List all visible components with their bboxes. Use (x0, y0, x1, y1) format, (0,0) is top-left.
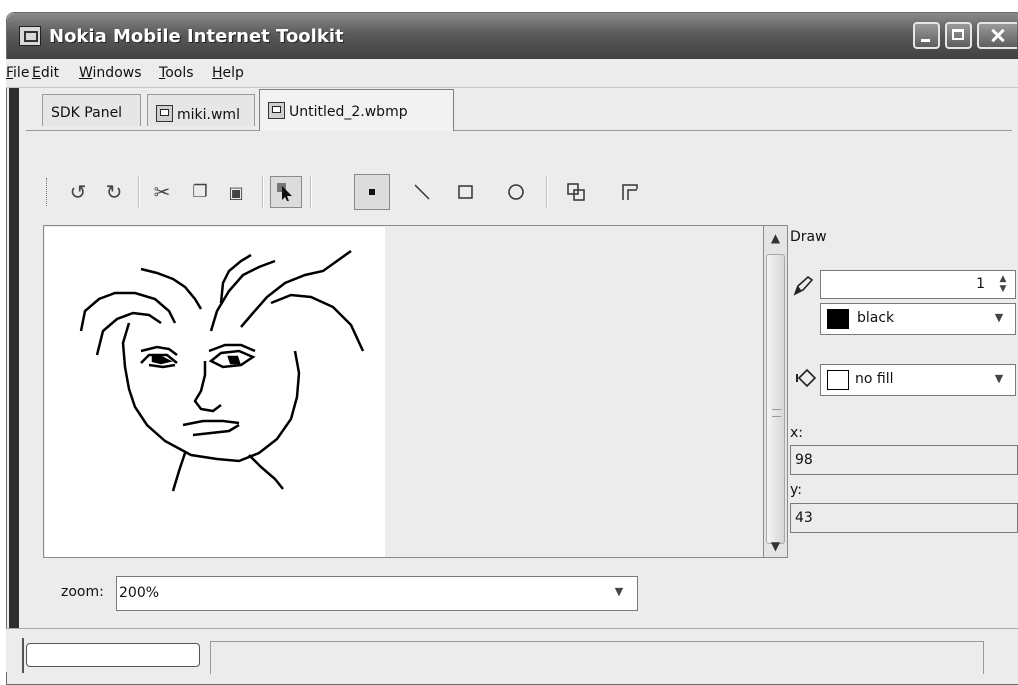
menu-help[interactable]: Help (212, 65, 244, 81)
zoom-label: zoom: (61, 584, 104, 600)
point-tool-icon[interactable] (354, 174, 390, 210)
menu-file[interactable]: File (6, 65, 29, 81)
scroll-up-icon[interactable]: ▲ (765, 228, 786, 248)
minimize-icon[interactable] (913, 22, 940, 49)
window-title: Nokia Mobile Internet Toolkit (49, 26, 344, 47)
cut-icon[interactable]: ✂ (146, 176, 178, 208)
spinner-arrows-icon[interactable]: ▲ ▼ (994, 274, 1012, 295)
status-progress-bar (26, 643, 200, 667)
scroll-grip-icon (772, 409, 781, 417)
chevron-down-icon[interactable]: ▼ (609, 585, 629, 602)
color-swatch (827, 309, 849, 329)
select-arrow-icon[interactable] (270, 176, 302, 208)
stroke-color-select[interactable]: black ▼ (820, 303, 1016, 335)
x-coordinate-label: x: (790, 425, 804, 441)
scroll-down-icon[interactable]: ▼ (765, 536, 786, 556)
ellipse-tool-icon[interactable] (500, 176, 532, 208)
paste-icon[interactable]: ▣ (220, 176, 252, 208)
chevron-down-icon[interactable]: ▼ (989, 311, 1009, 328)
wbmp-image-canvas[interactable] (45, 227, 385, 557)
rectangle-tool-icon[interactable] (450, 176, 482, 208)
tab-label: Untitled_2.wbmp (289, 104, 408, 120)
scroll-thumb[interactable] (766, 254, 785, 544)
y-coordinate-field: 43 (790, 503, 1018, 533)
tab-label: miki.wml (177, 107, 240, 123)
stroke-color-label: black (857, 310, 895, 326)
fill-label: no fill (855, 371, 894, 387)
maximize-icon[interactable] (945, 22, 972, 49)
zoom-select[interactable]: 200% ▼ (116, 576, 638, 611)
crop-icon[interactable] (614, 176, 646, 208)
chevron-down-icon[interactable]: ▼ (989, 372, 1009, 389)
toolbar-separator (310, 176, 312, 208)
title-bar[interactable]: Nokia Mobile Internet Toolkit (7, 13, 1018, 60)
canvas-vertical-scrollbar[interactable]: ▲ ▼ (763, 225, 788, 558)
status-message-field (210, 641, 984, 674)
fill-bucket-icon (795, 366, 819, 395)
menu-windows[interactable]: Windows (79, 65, 142, 81)
undo-icon[interactable]: ↺ (62, 176, 94, 208)
tab-sdk-panel[interactable]: SDK Panel (42, 94, 141, 126)
toolbar-separator (546, 176, 548, 208)
draw-panel-title: Draw (790, 229, 827, 245)
tab-label: SDK Panel (51, 105, 123, 121)
wml-file-icon (156, 105, 173, 122)
menu-tools[interactable]: Tools (159, 65, 194, 81)
toolbar-separator (262, 176, 264, 208)
resize-canvas-icon[interactable] (560, 176, 592, 208)
pen-width-icon (792, 274, 816, 303)
pen-width-spinner[interactable]: 1 ▲ ▼ (820, 270, 1016, 299)
toolbar-grip[interactable] (46, 178, 50, 206)
fill-swatch (827, 370, 849, 390)
pen-width-value: 1 (976, 276, 985, 292)
tab-untitled-2-wbmp[interactable]: Untitled_2.wbmp (259, 89, 454, 131)
app-icon[interactable] (19, 26, 41, 46)
zoom-value: 200% (119, 585, 160, 601)
menu-edit[interactable]: Edit (32, 65, 59, 81)
status-divider (22, 638, 24, 673)
redo-icon[interactable]: ↻ (98, 176, 130, 208)
line-tool-icon[interactable] (406, 176, 438, 208)
face-drawing (79, 249, 365, 492)
close-icon[interactable] (977, 22, 1017, 49)
toolbar-separator (138, 176, 140, 208)
tab-miki-wml[interactable]: miki.wml (147, 94, 255, 126)
drawing-canvas-area[interactable] (43, 225, 763, 558)
x-coordinate-field: 98 (790, 445, 1018, 475)
wbmp-file-icon (268, 102, 285, 119)
copy-icon[interactable]: ❐ (184, 176, 216, 208)
left-dock-strip (9, 88, 19, 629)
fill-select[interactable]: no fill ▼ (820, 364, 1016, 396)
drawing-toolbar: ↺ ↻ ✂ ❐ ▣ (40, 172, 660, 212)
y-coordinate-label: y: (790, 482, 802, 498)
menu-bar: File Edit Windows Tools Help (6, 59, 1018, 88)
